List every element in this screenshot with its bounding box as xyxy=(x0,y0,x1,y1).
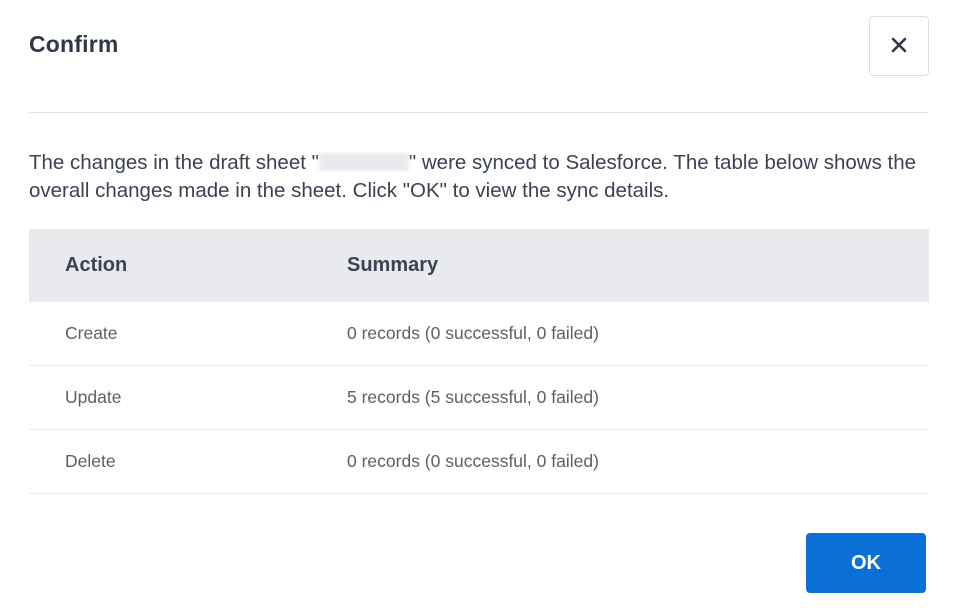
column-header-summary: Summary xyxy=(347,254,439,276)
changes-table: Action Summary Create 0 records (0 succe… xyxy=(29,229,929,494)
redacted-sheet-name xyxy=(318,153,409,171)
row-summary-cell: 0 records (0 successful, 0 failed) xyxy=(347,323,599,343)
table-row: Update 5 records (5 successful, 0 failed… xyxy=(29,366,929,430)
message-text-start: The changes in the draft sheet " xyxy=(29,151,319,174)
row-summary-cell: 5 records (5 successful, 0 failed) xyxy=(347,387,599,407)
table-row: Delete 0 records (0 successful, 0 failed… xyxy=(29,430,929,494)
row-action-cell: Create xyxy=(65,323,118,343)
ok-button[interactable]: OK xyxy=(806,533,926,593)
row-action-cell: Update xyxy=(65,387,122,407)
row-action-cell: Delete xyxy=(65,451,116,471)
confirm-dialog: Confirm The changes in the draft sheet "… xyxy=(0,0,962,610)
dialog-title: Confirm xyxy=(29,31,119,57)
dialog-message: The changes in the draft sheet " " were s… xyxy=(29,149,929,205)
dialog-header: Confirm xyxy=(29,0,929,113)
close-button[interactable] xyxy=(869,16,929,76)
table-header: Action Summary xyxy=(29,229,929,302)
row-summary-cell: 0 records (0 successful, 0 failed) xyxy=(347,451,599,471)
close-icon xyxy=(891,37,907,56)
table-row: Create 0 records (0 successful, 0 failed… xyxy=(29,302,929,366)
column-header-action: Action xyxy=(65,254,128,276)
